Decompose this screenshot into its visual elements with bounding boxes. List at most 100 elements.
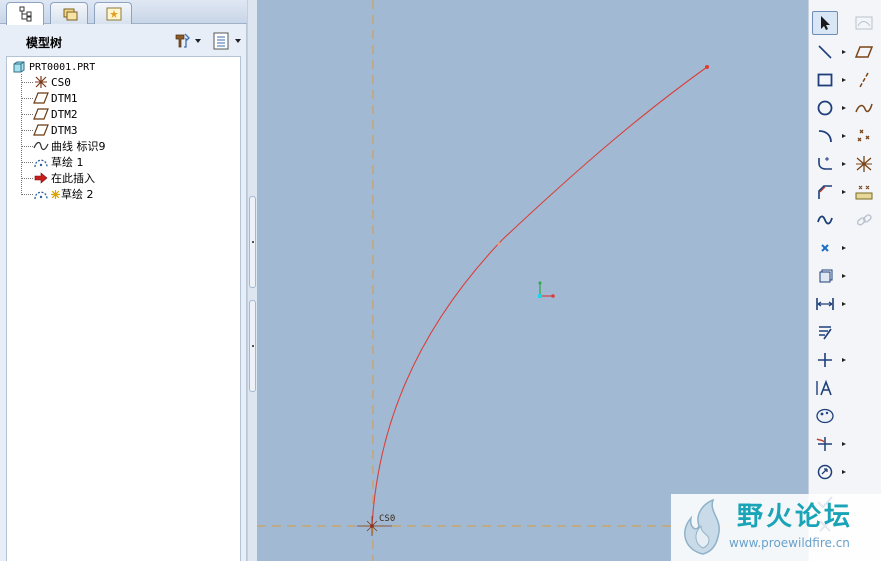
analysis-tool[interactable]: [851, 180, 877, 204]
panel-splitter[interactable]: [247, 0, 257, 561]
insert-here-icon: [34, 172, 48, 184]
tree-item-insert-here[interactable]: 在此插入: [21, 170, 95, 186]
splitter-grip[interactable]: [249, 300, 256, 392]
datum-point-icon: [857, 129, 870, 142]
datum-plane-icon: [33, 108, 49, 120]
tree-item-label: 曲线 标识9: [51, 140, 106, 153]
constraint-icon: [818, 353, 832, 367]
modify-icon: [819, 326, 832, 340]
tree-item-cs0[interactable]: CS0: [21, 74, 71, 90]
arc-tool[interactable]: [812, 124, 838, 148]
circle-tool[interactable]: [812, 96, 838, 120]
list-icon: [213, 32, 229, 50]
hammer-icon: [175, 33, 190, 48]
select-tool[interactable]: [812, 11, 838, 35]
constraint-tool[interactable]: [812, 348, 838, 372]
text-tool[interactable]: [812, 376, 838, 400]
datum-point-tool[interactable]: [851, 124, 877, 148]
tree-columns-button[interactable]: [210, 31, 244, 51]
watermark-url: www.proewildfire.cn: [729, 536, 850, 550]
datum-csys-tool[interactable]: [851, 152, 877, 176]
rotate-resize-tool[interactable]: [812, 460, 838, 484]
chevron-right-icon[interactable]: [841, 77, 847, 83]
arc-icon: [818, 130, 832, 143]
fillet-tool[interactable]: [812, 152, 838, 176]
sketcher-toolbar: [808, 0, 881, 561]
dimension-icon: [816, 298, 834, 310]
dimension-tool[interactable]: [812, 292, 838, 316]
chevron-right-icon[interactable]: [841, 245, 847, 251]
rectangle-icon: [817, 73, 833, 87]
chamfer-tool[interactable]: [812, 180, 838, 204]
arrow-pointer-icon: [821, 16, 830, 30]
offset-edge-tool[interactable]: [812, 264, 838, 288]
coordinate-system-icon: [35, 76, 47, 88]
navigator-panel: 模型树 PRT0001.PRT CS0 DTM1 DTM2 DTM3 曲线 标识…: [0, 0, 247, 561]
model-tree-header: 模型树: [6, 28, 244, 54]
favorites-icon: [106, 7, 122, 21]
tree-item-dtm3[interactable]: DTM3: [21, 122, 78, 138]
trim-tool[interactable]: [812, 432, 838, 456]
datum-curve-tool[interactable]: [851, 96, 877, 120]
graphics-canvas: CS0: [257, 0, 808, 561]
line-tool[interactable]: [812, 40, 838, 64]
csys-label: CS0: [379, 514, 395, 524]
curve-endpoint: [705, 65, 709, 69]
chevron-right-icon[interactable]: [841, 189, 847, 195]
chevron-right-icon[interactable]: [841, 133, 847, 139]
fire-logo-icon: [684, 498, 720, 555]
sketch-icon: [34, 191, 48, 200]
active-feature-icon: [51, 189, 60, 199]
curve-icon: [33, 141, 49, 151]
chain-icon: [856, 214, 872, 226]
coordinate-triad-icon: [538, 281, 555, 298]
point-icon: [821, 244, 829, 252]
datum-curve-icon: [855, 103, 873, 113]
palette-tool[interactable]: [812, 404, 838, 428]
chevron-down-icon: [195, 39, 201, 43]
rectangle-tool[interactable]: [812, 68, 838, 92]
tree-item-label: DTM1: [51, 91, 78, 105]
favorites-tab[interactable]: [94, 2, 132, 24]
spline-tool[interactable]: [812, 208, 838, 232]
tree-settings-button[interactable]: [172, 31, 204, 51]
trim-icon: [816, 437, 832, 451]
chevron-right-icon[interactable]: [841, 105, 847, 111]
tree-item-sketch2[interactable]: 草绘 2: [21, 186, 94, 202]
chevron-right-icon[interactable]: [841, 301, 847, 307]
datum-plane-icon: [33, 124, 49, 136]
sketch-icon: [34, 159, 48, 168]
tree-item-label: CS0: [51, 75, 71, 89]
datum-axis-icon: [859, 72, 869, 88]
graphics-window[interactable]: CS0: [257, 0, 808, 561]
chevron-right-icon[interactable]: [841, 161, 847, 167]
splitter-grip[interactable]: [249, 196, 256, 288]
datum-plane-tool[interactable]: [851, 40, 877, 64]
curve-midpoint: [497, 242, 501, 246]
datum-axis-tool[interactable]: [851, 68, 877, 92]
chain-tool[interactable]: [851, 208, 877, 232]
point-tool[interactable]: [812, 236, 838, 260]
tree-item-sketch1[interactable]: 草绘 1: [21, 154, 84, 170]
tree-item-dtm1[interactable]: DTM1: [21, 90, 78, 106]
tree-item-curve[interactable]: 曲线 标识9: [21, 138, 106, 154]
analysis-icon: [855, 185, 873, 200]
navigator-tabs: [0, 0, 247, 25]
modify-tool[interactable]: [812, 320, 838, 344]
sketch-view-icon: [855, 16, 873, 30]
offset-edge-icon: [819, 269, 833, 283]
tree-root[interactable]: PRT0001.PRT: [13, 60, 95, 74]
chevron-right-icon[interactable]: [841, 441, 847, 447]
chevron-right-icon[interactable]: [841, 49, 847, 55]
chevron-right-icon[interactable]: [841, 469, 847, 475]
chamfer-icon: [818, 185, 832, 199]
tree-item-label: 草绘 2: [61, 188, 94, 201]
chevron-right-icon[interactable]: [841, 357, 847, 363]
chevron-right-icon[interactable]: [841, 273, 847, 279]
sketch-view-tool[interactable]: [851, 11, 877, 35]
tree-item-dtm2[interactable]: DTM2: [21, 106, 78, 122]
datum-csys-icon: [856, 156, 872, 172]
folder-browser-tab[interactable]: [50, 2, 88, 24]
model-tree-tab[interactable]: [6, 2, 44, 25]
rotate-resize-icon: [817, 464, 833, 480]
